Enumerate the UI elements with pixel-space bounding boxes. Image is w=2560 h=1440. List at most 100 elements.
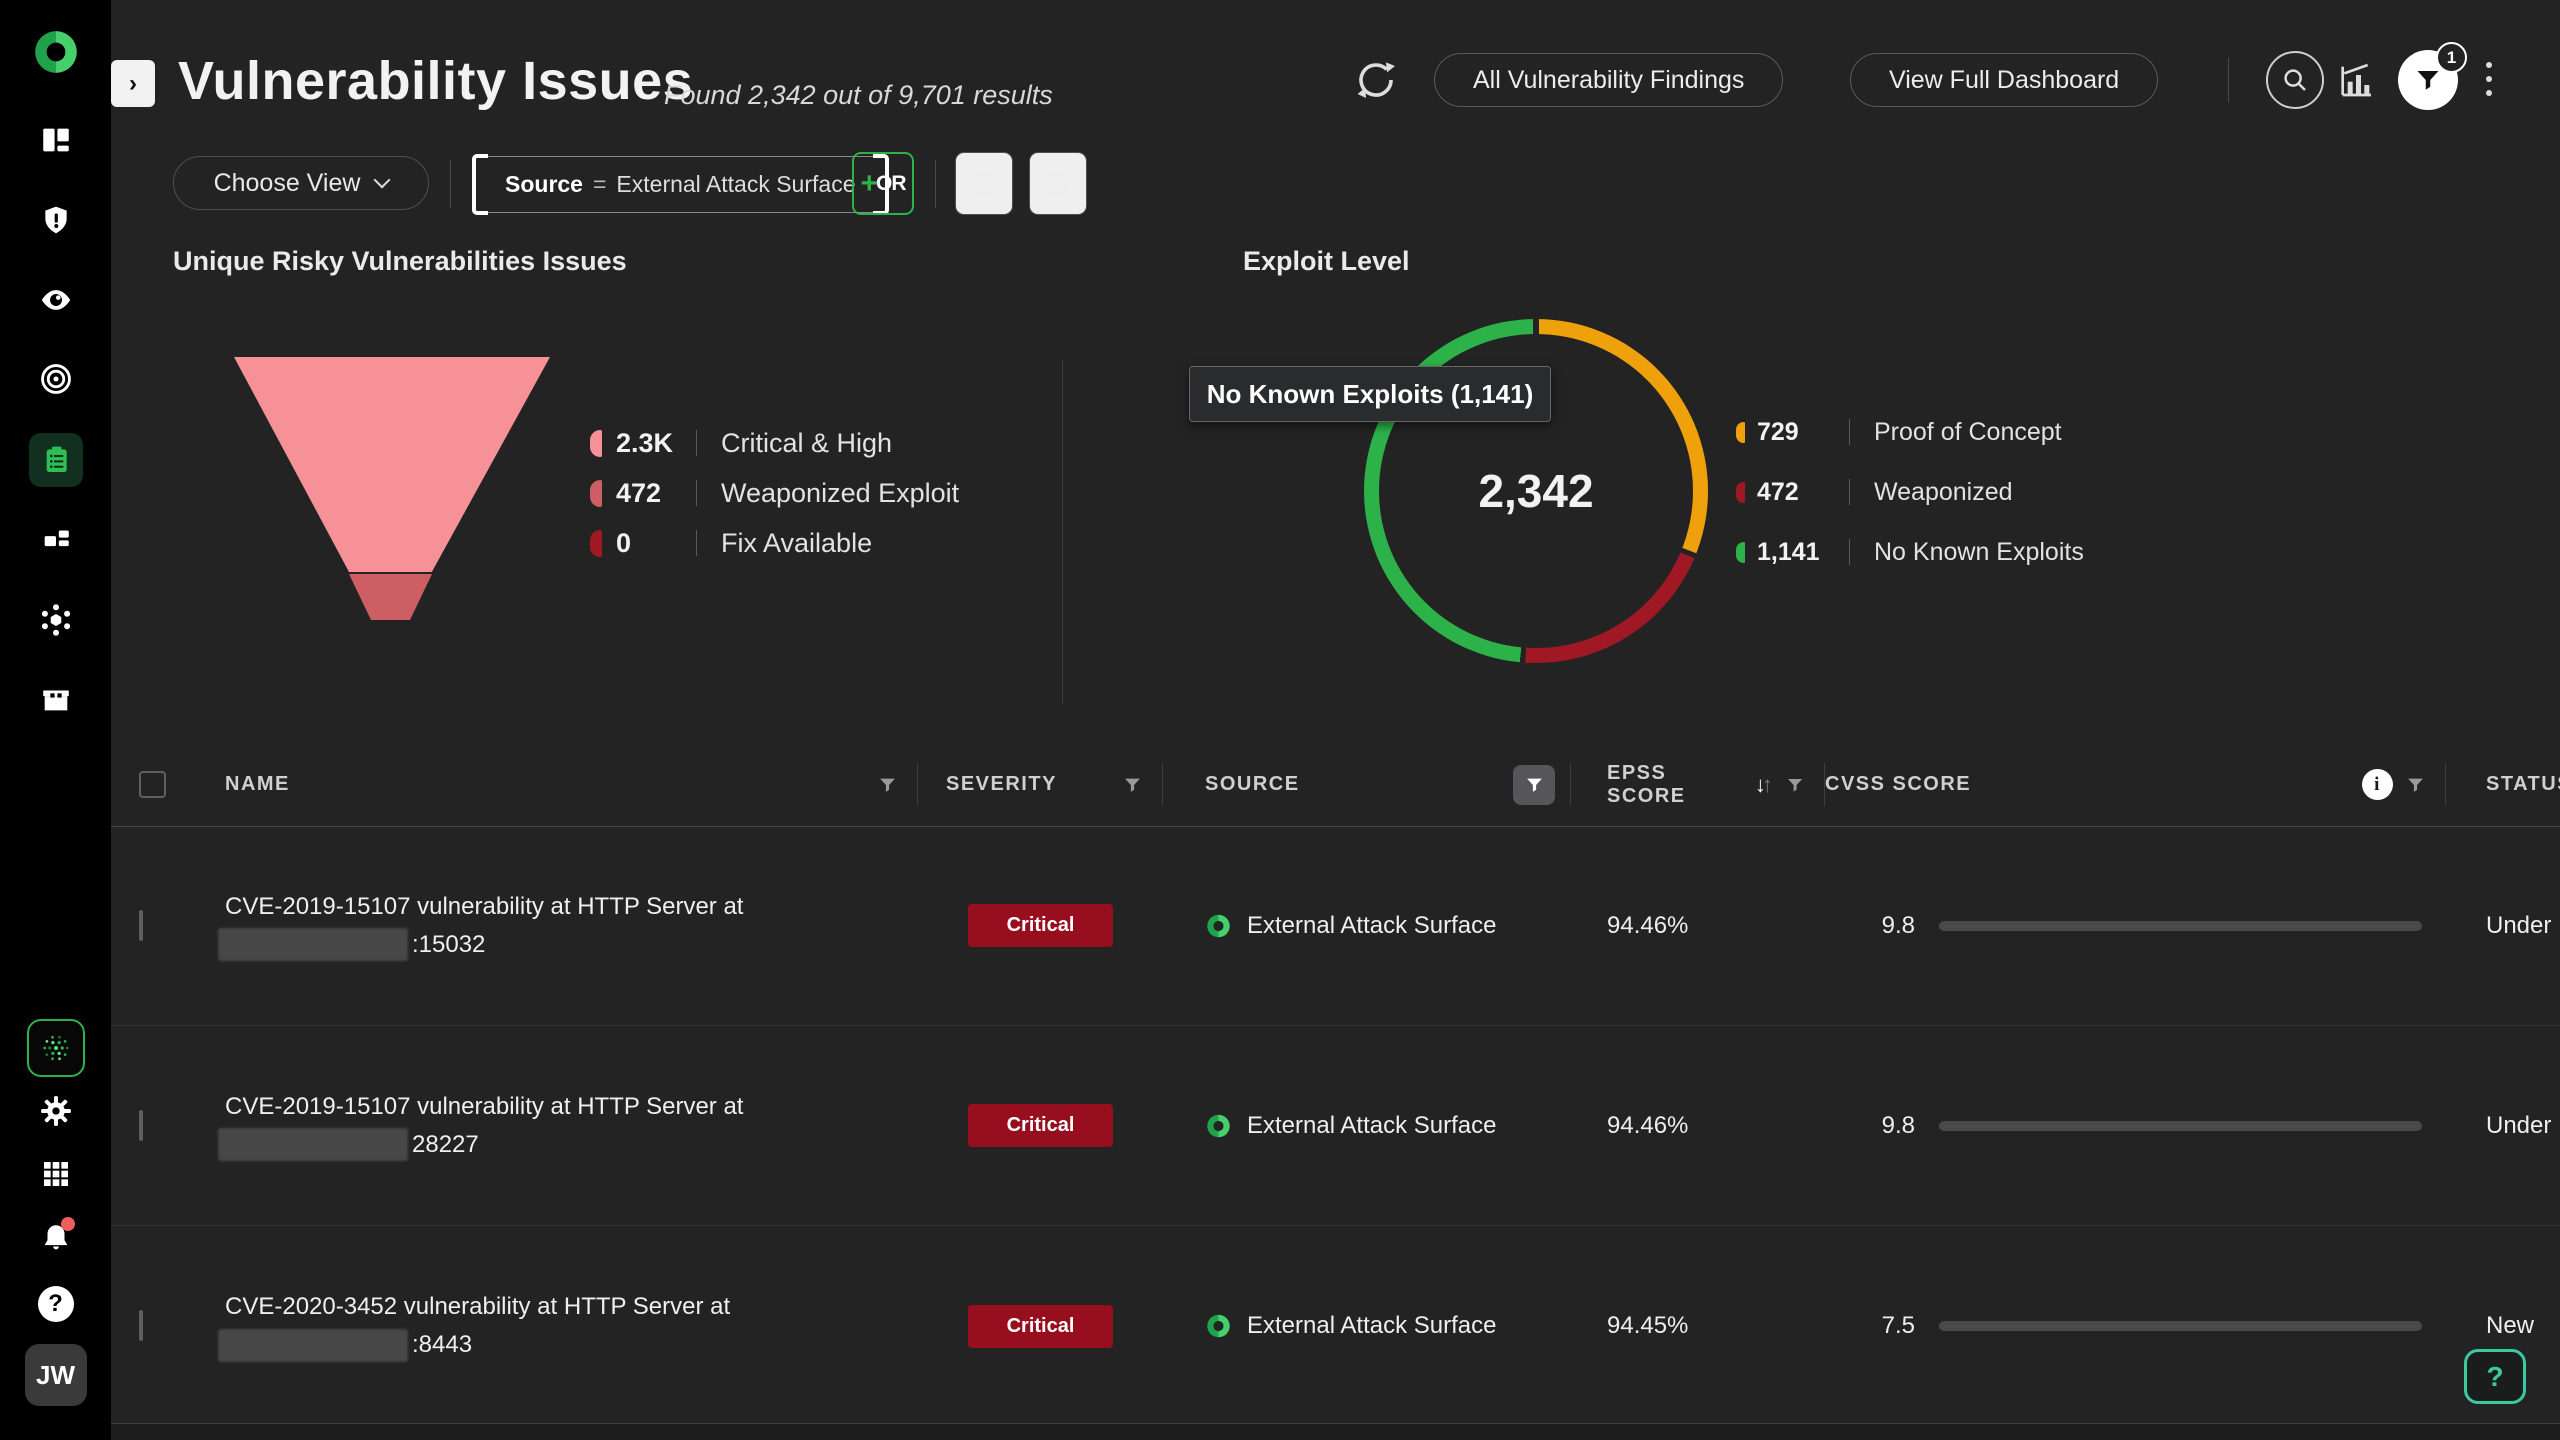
column-header-name[interactable]: NAME bbox=[191, 743, 918, 826]
view-full-dashboard-button[interactable]: View Full Dashboard bbox=[1850, 53, 2158, 107]
filter-divider bbox=[935, 160, 936, 208]
user-avatar[interactable]: JW bbox=[25, 1344, 87, 1406]
shield-alert-icon bbox=[40, 203, 72, 237]
target-icon bbox=[39, 362, 73, 396]
funnel-segment-critical-high[interactable] bbox=[234, 357, 550, 572]
column-label: SOURCE bbox=[1205, 773, 1300, 796]
redacted-host bbox=[218, 1128, 408, 1161]
severity-badge: Critical bbox=[968, 1104, 1113, 1147]
cvss-score: 9.8 bbox=[1825, 912, 1915, 940]
column-filter-active-icon[interactable] bbox=[1513, 765, 1555, 805]
source-label: External Attack Surface bbox=[1247, 912, 1496, 940]
column-header-severity[interactable]: SEVERITY bbox=[918, 743, 1163, 826]
sidebar-item-apps[interactable] bbox=[40, 1158, 72, 1190]
column-header-status[interactable]: STATUS bbox=[2446, 743, 2560, 826]
legend-value: 729 bbox=[1757, 418, 1849, 447]
severity-badge: Critical bbox=[968, 1305, 1113, 1348]
search-button[interactable] bbox=[2266, 51, 2324, 109]
epss-score: 94.46% bbox=[1571, 1112, 1825, 1140]
more-options-button[interactable] bbox=[2486, 58, 2492, 100]
vulnerability-port: :15032 bbox=[412, 926, 485, 964]
filter-count-badge: 1 bbox=[2436, 42, 2467, 73]
delete-filter-button[interactable] bbox=[955, 152, 1013, 215]
sidebar-item-notifications[interactable] bbox=[39, 1221, 73, 1255]
status-label: Under Inv bbox=[2446, 912, 2560, 940]
eye-icon bbox=[38, 283, 74, 317]
sidebar-item-coverage[interactable] bbox=[39, 362, 73, 396]
sidebar-item-marketplace[interactable] bbox=[39, 682, 73, 716]
cvss-score: 9.8 bbox=[1825, 1112, 1915, 1140]
column-filter-icon[interactable] bbox=[879, 777, 896, 793]
column-filter-icon[interactable] bbox=[1787, 777, 1803, 793]
source-logo-icon bbox=[1205, 1112, 1232, 1140]
exploit-legend: 729 Proof of Concept 472 Weaponized 1,14… bbox=[1736, 407, 2084, 577]
sidebar-item-risk[interactable] bbox=[40, 203, 72, 237]
legend-value: 472 bbox=[1757, 478, 1849, 507]
row-checkbox[interactable] bbox=[139, 910, 143, 941]
vulnerability-name-cell[interactable]: CVE-2019-15107 vulnerability at HTTP Ser… bbox=[191, 888, 918, 964]
sidebar-item-integrations[interactable] bbox=[38, 602, 74, 638]
legend-item-weaponized-exploit: 472 Weaponized Exploit bbox=[590, 468, 959, 518]
filter-chip-value: External Attack Surface bbox=[616, 171, 855, 198]
sidebar-item-dashboards[interactable] bbox=[39, 123, 73, 157]
legend-marker bbox=[590, 480, 602, 507]
sidebar-item-help[interactable]: ? bbox=[38, 1286, 74, 1322]
funnel-segment-weaponized[interactable] bbox=[349, 574, 432, 620]
legend-label: Proof of Concept bbox=[1874, 418, 2062, 447]
sidebar-item-visibility[interactable] bbox=[38, 283, 74, 317]
legend-marker bbox=[1736, 422, 1745, 443]
filter-chip-source[interactable]: Source = External Attack Surface bbox=[474, 156, 887, 213]
legend-marker bbox=[1736, 482, 1745, 503]
cvss-score-bar bbox=[1939, 921, 2422, 931]
vulnerability-name-cell[interactable]: CVE-2019-15107 vulnerability at HTTP Ser… bbox=[191, 1088, 918, 1164]
horizontal-scrollbar-track[interactable] bbox=[111, 1423, 2560, 1440]
brand-logo-icon[interactable] bbox=[31, 26, 81, 78]
source-label: External Attack Surface bbox=[1247, 1312, 1496, 1340]
column-label: STATUS bbox=[2486, 773, 2560, 796]
funnel-chart[interactable] bbox=[234, 357, 550, 621]
cvss-cell: 9.8 bbox=[1825, 912, 2446, 940]
active-filters-button[interactable]: 1 bbox=[2398, 50, 2458, 110]
analytics-button[interactable] bbox=[2336, 60, 2376, 100]
trash-icon bbox=[970, 169, 998, 199]
all-vulnerability-findings-button[interactable]: All Vulnerability Findings bbox=[1434, 53, 1783, 107]
save-view-button[interactable] bbox=[1029, 152, 1087, 215]
table-row[interactable]: CVE-2019-15107 vulnerability at HTTP Ser… bbox=[111, 1026, 2560, 1226]
table-row[interactable]: CVE-2020-3452 vulnerability at HTTP Serv… bbox=[111, 1226, 2560, 1426]
row-checkbox[interactable] bbox=[139, 1310, 143, 1341]
table-row[interactable]: CVE-2019-15107 vulnerability at HTTP Ser… bbox=[111, 826, 2560, 1026]
add-or-filter-button[interactable]: + OR bbox=[852, 152, 914, 215]
molecule-icon bbox=[38, 602, 74, 638]
column-header-source[interactable]: SOURCE bbox=[1163, 743, 1571, 826]
vulnerability-name-cell[interactable]: CVE-2020-3452 vulnerability at HTTP Serv… bbox=[191, 1288, 918, 1364]
row-checkbox[interactable] bbox=[139, 1110, 143, 1141]
legend-label: Critical & High bbox=[721, 428, 892, 459]
help-icon: ? bbox=[38, 1286, 74, 1322]
column-filter-icon[interactable] bbox=[2407, 777, 2424, 793]
select-all-checkbox[interactable] bbox=[139, 771, 166, 798]
legend-value: 472 bbox=[616, 478, 696, 509]
info-icon[interactable]: i bbox=[2362, 769, 2393, 800]
vulnerability-title: CVE-2019-15107 vulnerability at HTTP Ser… bbox=[225, 1088, 918, 1126]
severity-badge: Critical bbox=[968, 904, 1113, 947]
legend-item-critical-high: 2.3K Critical & High bbox=[590, 418, 959, 468]
choose-view-dropdown[interactable]: Choose View bbox=[173, 156, 429, 210]
column-header-cvss-score[interactable]: CVSS SCORE i bbox=[1825, 743, 2446, 826]
column-header-epss-score[interactable]: EPSS SCORE ↓↑ bbox=[1571, 743, 1825, 826]
sidebar-item-settings[interactable] bbox=[39, 1094, 73, 1128]
gear-icon bbox=[39, 1094, 73, 1128]
page-title: Vulnerability Issues bbox=[178, 50, 693, 112]
cvss-cell: 7.5 bbox=[1825, 1312, 2446, 1340]
column-filter-icon[interactable] bbox=[1124, 777, 1141, 793]
help-fab-button[interactable]: ? bbox=[2464, 1349, 2526, 1404]
sidebar-item-ai-assistant[interactable] bbox=[27, 1019, 85, 1077]
refresh-button[interactable] bbox=[1352, 56, 1400, 104]
sidebar-expand-button[interactable]: › bbox=[111, 60, 155, 107]
sidebar-item-vulnerability-reports-active[interactable] bbox=[29, 433, 83, 487]
sidebar-item-assets[interactable] bbox=[39, 522, 73, 556]
epss-score: 94.45% bbox=[1571, 1312, 1825, 1340]
redacted-host bbox=[218, 1329, 408, 1362]
redacted-host bbox=[218, 928, 408, 961]
sort-icon[interactable]: ↓↑ bbox=[1755, 772, 1769, 798]
donut-tooltip: No Known Exploits (1,141) bbox=[1189, 366, 1551, 422]
